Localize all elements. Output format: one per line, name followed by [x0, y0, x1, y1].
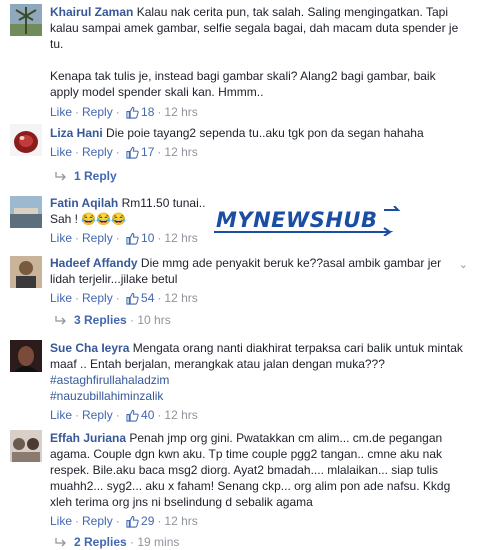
timestamp[interactable]: 12 hrs	[164, 514, 197, 528]
comment-text-line: lidah terjelir...jilake betul	[50, 272, 178, 286]
reply-button[interactable]: Reply	[82, 408, 113, 422]
replies-count[interactable]: 1 Reply	[74, 169, 117, 183]
comment-text-line: tu.	[50, 37, 64, 51]
reply-arrow-icon	[55, 172, 66, 181]
like-button[interactable]: Like	[50, 514, 72, 528]
comment-text-line: Mengata orang nanti diakhirat terpaksa c…	[132, 341, 463, 355]
timestamp[interactable]: 12 hrs	[164, 291, 197, 305]
thumbs-up-icon[interactable]	[126, 146, 139, 159]
comment-text-line: respek. Bile.aku baca msg2 diorg. Ayat2 …	[50, 463, 438, 477]
comment-author[interactable]: Fatin Aqilah	[50, 196, 118, 210]
replies-timestamp: 10 hrs	[137, 313, 171, 327]
view-replies-link[interactable]: 2 Replies · 19 mins	[55, 534, 179, 550]
watermark-text: MYNEWSHUB	[216, 208, 378, 232]
comment-text-line: apply model spender skali kan. Hmmm..	[50, 85, 264, 99]
thumbs-up-icon[interactable]	[126, 106, 139, 119]
comment-text-line: kalau sampai amek gambar, selfie segala …	[50, 21, 459, 35]
replies-count[interactable]: 2 Replies	[74, 535, 127, 549]
comment-text-line: xleh terima org jns ni bselindung d seba…	[50, 495, 313, 509]
like-count[interactable]: 54	[141, 291, 154, 305]
comment-text-line: agama. Couple dgn kwn aku. Tp time coupl…	[50, 447, 443, 461]
thumbs-up-icon[interactable]	[126, 409, 139, 422]
thumbs-up-icon[interactable]	[126, 515, 139, 528]
avatar[interactable]	[10, 4, 42, 36]
comment-text-line: Kenapa tak tulis je, instead bagi gambar…	[50, 69, 436, 83]
reply-button[interactable]: Reply	[82, 145, 113, 159]
comment-author[interactable]: Khairul Zaman	[50, 5, 133, 19]
avatar[interactable]	[10, 124, 42, 156]
thumbs-up-icon[interactable]	[126, 292, 139, 305]
like-count[interactable]: 10	[141, 231, 154, 245]
thumbs-up-icon[interactable]	[126, 232, 139, 245]
like-button[interactable]: Like	[50, 291, 72, 305]
replies-count[interactable]: 3 Replies	[74, 313, 127, 327]
like-count[interactable]: 18	[141, 105, 154, 119]
chevron-down-icon[interactable]: ⌄	[459, 258, 468, 271]
comment-author[interactable]: Hadeef Affandy	[50, 256, 138, 270]
reply-button[interactable]: Reply	[82, 105, 113, 119]
comment-text-line: Die poie tayang2 sependa tu..aku tgk pon…	[106, 126, 424, 140]
view-replies-link[interactable]: 1 Reply	[55, 168, 117, 184]
avatar[interactable]	[10, 196, 42, 228]
avatar[interactable]	[10, 430, 42, 462]
reply-button[interactable]: Reply	[82, 514, 113, 528]
like-count[interactable]: 29	[141, 514, 154, 528]
like-count[interactable]: 40	[141, 408, 154, 422]
view-replies-link[interactable]: 3 Replies · 10 hrs	[55, 312, 171, 328]
like-button[interactable]: Like	[50, 231, 72, 245]
reply-arrow-icon	[55, 316, 66, 325]
reply-button[interactable]: Reply	[82, 291, 113, 305]
comment-text-line: Rm11.50 tunai..	[121, 196, 206, 210]
comment-text-line: Die mmg ade penyakit beruk ke??asal ambi…	[140, 256, 442, 270]
replies-timestamp: 19 mins	[137, 535, 180, 549]
comment-author[interactable]: Liza Hani	[50, 126, 103, 140]
timestamp[interactable]: 12 hrs	[164, 145, 197, 159]
like-count[interactable]: 17	[141, 145, 154, 159]
like-button[interactable]: Like	[50, 145, 72, 159]
avatar[interactable]	[10, 256, 42, 288]
hashtag[interactable]: #nauzubillahiminzalik	[50, 388, 472, 404]
comment-text-line: Penah jmp org gini. Pwatakkan cm alim...…	[129, 431, 443, 445]
comment-text-line: maaf .. Entah berjalan, merangkak atau j…	[50, 357, 385, 371]
watermark-logo: MYNEWSHUB	[212, 206, 402, 236]
comment-text-line: muahh2... syg2... aku x faham! Senang ck…	[50, 479, 451, 493]
hashtag[interactable]: #astaghfirullahaladzim	[50, 372, 472, 388]
timestamp[interactable]: 12 hrs	[164, 231, 197, 245]
like-button[interactable]: Like	[50, 105, 72, 119]
avatar[interactable]	[10, 340, 42, 372]
comment-text-line: Kalau nak cerita pun, tak salah. Saling …	[136, 5, 449, 19]
comment-author[interactable]: Sue Cha Ieyra	[50, 341, 129, 355]
timestamp[interactable]: 12 hrs	[164, 105, 197, 119]
like-button[interactable]: Like	[50, 408, 72, 422]
timestamp[interactable]: 12 hrs	[164, 408, 197, 422]
comment-author[interactable]: Effah Juriana	[50, 431, 126, 445]
reply-arrow-icon	[55, 538, 66, 547]
reply-button[interactable]: Reply	[82, 231, 113, 245]
